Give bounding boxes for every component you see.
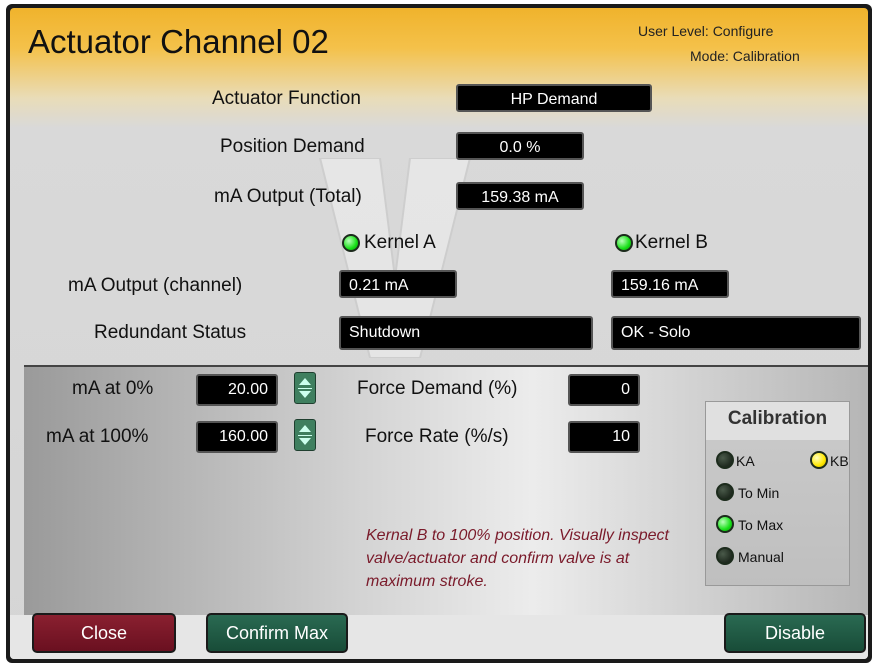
mode-indicator: Mode: Calibration	[690, 48, 800, 64]
disable-button[interactable]: Disable	[724, 613, 866, 653]
ka-label: KA	[736, 453, 755, 469]
manual-indicator-icon[interactable]	[716, 547, 734, 565]
to-min-label[interactable]: To Min	[738, 485, 779, 501]
position-demand-label: Position Demand	[220, 136, 365, 157]
calibration-panel: Calibration KA KB To Min To Max Manual	[705, 401, 850, 586]
ma-output-channel-label: mA Output (channel)	[68, 275, 243, 296]
confirm-max-button[interactable]: Confirm Max	[206, 613, 348, 653]
kernel-a-label: Kernel A	[364, 232, 436, 253]
ma-at-0-stepper-icon[interactable]	[294, 372, 316, 404]
to-max-label[interactable]: To Max	[738, 517, 783, 533]
to-min-indicator-icon[interactable]	[716, 483, 734, 501]
redundant-status-b: OK - Solo	[611, 316, 861, 350]
actuator-panel: Actuator Channel 02 User Level: Configur…	[10, 8, 868, 659]
ma-output-channel-a: 0.21 mA	[339, 270, 457, 298]
kernel-a-status-icon	[342, 234, 360, 252]
ma-at-0-label: mA at 0%	[72, 378, 154, 399]
ma-at-100-stepper-icon[interactable]	[294, 419, 316, 451]
close-button[interactable]: Close	[32, 613, 176, 653]
ma-output-channel-b: 159.16 mA	[611, 270, 729, 298]
kb-indicator-icon	[810, 451, 828, 469]
force-demand-label: Force Demand (%)	[357, 378, 518, 399]
ma-at-100-input[interactable]: 160.00	[196, 421, 278, 453]
to-max-indicator-icon[interactable]	[716, 515, 734, 533]
force-rate-label: Force Rate (%/s)	[365, 426, 509, 447]
ma-at-0-input[interactable]: 20.00	[196, 374, 278, 406]
redundant-status-label: Redundant Status	[94, 322, 247, 343]
actuator-function-value[interactable]: HP Demand	[456, 84, 652, 112]
instruction-message: Kernal B to 100% position. Visually insp…	[366, 527, 669, 590]
page-title: Actuator Channel 02	[28, 23, 329, 60]
ma-output-total-label: mA Output (Total)	[214, 186, 362, 207]
force-rate-input[interactable]: 10	[568, 421, 640, 453]
ka-indicator-icon	[716, 451, 734, 469]
kernel-b-status-icon	[615, 234, 633, 252]
kernel-b-label: Kernel B	[635, 232, 708, 253]
position-demand-value: 0.0 %	[456, 132, 584, 160]
manual-label[interactable]: Manual	[738, 549, 784, 565]
user-level: User Level: Configure	[638, 23, 774, 39]
ma-output-total-value: 159.38 mA	[456, 182, 584, 210]
calibration-title: Calibration	[727, 408, 828, 429]
force-demand-input[interactable]: 0	[568, 374, 640, 406]
ma-at-100-label: mA at 100%	[46, 426, 149, 447]
kb-label: KB	[830, 453, 849, 469]
actuator-function-label: Actuator Function	[212, 88, 361, 109]
redundant-status-a: Shutdown	[339, 316, 593, 350]
